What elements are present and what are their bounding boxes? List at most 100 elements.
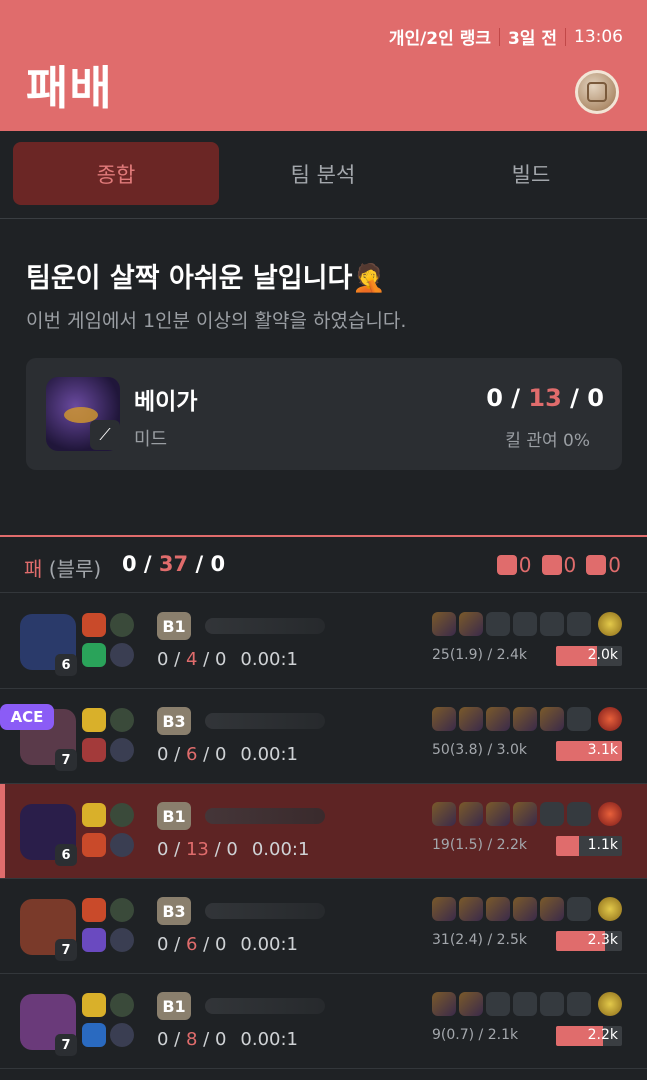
item-slot[interactable]: [432, 707, 456, 731]
item-slot[interactable]: [486, 802, 510, 826]
item-slot[interactable]: [432, 897, 456, 921]
item-slot[interactable]: [513, 612, 537, 636]
item-slot[interactable]: [459, 802, 483, 826]
item-slots: [432, 897, 591, 921]
item-slot[interactable]: [459, 612, 483, 636]
player-card[interactable]: ⟋ 베이가 미드 0 / 13 / 0 킬 관여 0%: [26, 358, 622, 470]
damage-value: 2.2k: [587, 1027, 618, 1043]
champion-level: 7: [55, 939, 77, 961]
summary-section: 팀운이 살짝 아쉬운 날입니다🤦 이번 게임에서 1인분 이상의 활약을 하였습…: [0, 220, 647, 520]
player-kda: 0 / 4 / 0 0.00:1: [157, 649, 298, 670]
trinket-icon[interactable]: [598, 612, 622, 636]
item-slot[interactable]: [459, 707, 483, 731]
match-time: 13:06: [574, 26, 623, 47]
player-row[interactable]: 6 B1 0 / 4 / 0 0.00:1 25(1.9) / 2.4k 2.0k: [0, 594, 647, 689]
damage-bar: 2.2k: [556, 1026, 622, 1046]
kill-participation: 킬 관여 0%: [505, 431, 590, 451]
player-row[interactable]: 7 B3 0 / 6 / 0 0.00:1 31(2.4) / 2.5k 2.3k: [0, 879, 647, 974]
summoner-name-blurred: [205, 618, 325, 634]
item-slot[interactable]: [567, 802, 591, 826]
item-slot[interactable]: [513, 897, 537, 921]
summary-subtitle: 이번 게임에서 1인분 이상의 활약을 하였습니다.: [26, 310, 407, 332]
item-slot[interactable]: [540, 802, 564, 826]
trinket-icon[interactable]: [598, 992, 622, 1016]
damage-value: 1.1k: [587, 837, 618, 853]
match-result: 패배: [26, 61, 113, 115]
item-slot[interactable]: [567, 707, 591, 731]
player-row[interactable]: 7 B1 0 / 8 / 0 0.00:1 9(0.7) / 2.1k 2.2k: [0, 974, 647, 1069]
summoner-name-blurred: [205, 998, 325, 1014]
item-slot[interactable]: [432, 992, 456, 1016]
player-row[interactable]: 6 B1 0 / 13 / 0 0.00:1 19(1.5) / 2.2k 1.1k: [0, 784, 647, 879]
item-slot[interactable]: [567, 897, 591, 921]
item-slot[interactable]: [513, 992, 537, 1016]
player-row[interactable]: 7 ACE B3 0 / 6 / 0 0.00:1 50(3.8) / 3.0k 3.1k: [0, 689, 647, 784]
tab-team-analysis[interactable]: 팀 분석: [220, 142, 426, 205]
item-slot[interactable]: [513, 802, 537, 826]
tier-badge: B1: [157, 992, 191, 1020]
team-kda: 0 / 37 / 0: [122, 552, 226, 576]
summoner-name-blurred: [205, 713, 325, 729]
team-result: 패 (블루): [24, 557, 102, 581]
champion-level: 6: [55, 844, 77, 866]
champion-name: 베이가: [134, 389, 198, 415]
tier-badge: B3: [157, 707, 191, 735]
rune-icon: [110, 643, 134, 667]
rune-icon: [110, 928, 134, 952]
summoner-spell-icon: [82, 613, 106, 637]
rune-icon: [110, 613, 134, 637]
team-header: 패 (블루) 0 / 37 / 0 0 0 0: [0, 535, 647, 593]
item-slot[interactable]: [540, 897, 564, 921]
rank-badge-icon[interactable]: [575, 70, 619, 114]
champion-level: 6: [55, 654, 77, 676]
cs-gold: 19(1.5) / 2.2k: [432, 837, 527, 853]
item-slots: [432, 992, 591, 1016]
trinket-icon[interactable]: [598, 802, 622, 826]
tab-overview[interactable]: 종합: [13, 142, 219, 205]
item-slots: [432, 612, 591, 636]
summoner-name-blurred: [205, 808, 325, 824]
objectives: 0 0 0: [496, 553, 621, 577]
summary-headline: 팀운이 살짝 아쉬운 날입니다🤦: [26, 263, 386, 294]
rune-icon: [110, 898, 134, 922]
item-slots: [432, 707, 591, 731]
tier-badge: B1: [157, 802, 191, 830]
player-kda: 0 / 6 / 0 0.00:1: [157, 744, 298, 765]
match-meta: 개인/2인 랭크 3일 전 13:06: [388, 24, 623, 50]
item-slot[interactable]: [513, 707, 537, 731]
ace-badge: ACE: [0, 704, 54, 730]
item-slot[interactable]: [459, 992, 483, 1016]
rune-icon: [110, 1023, 134, 1047]
header: 개인/2인 랭크 3일 전 13:06 패배: [0, 0, 647, 131]
item-slot[interactable]: [486, 612, 510, 636]
queue-type: 개인/2인 랭크: [388, 29, 491, 49]
tab-build[interactable]: 빌드: [428, 142, 634, 205]
damage-bar: 2.0k: [556, 646, 622, 666]
baron-icon: [496, 555, 517, 575]
summoner-spell-icon: [82, 1023, 106, 1047]
trinket-icon[interactable]: [598, 707, 622, 731]
lane-label: 미드: [134, 429, 168, 450]
trinket-icon[interactable]: [598, 897, 622, 921]
item-slot[interactable]: [432, 802, 456, 826]
item-slot[interactable]: [432, 612, 456, 636]
item-slot[interactable]: [567, 992, 591, 1016]
tier-badge: B3: [157, 897, 191, 925]
baron-count: 0: [496, 553, 532, 577]
item-slot[interactable]: [486, 992, 510, 1016]
item-slot[interactable]: [486, 707, 510, 731]
item-slot[interactable]: [486, 897, 510, 921]
item-slot[interactable]: [540, 707, 564, 731]
cs-gold: 9(0.7) / 2.1k: [432, 1027, 519, 1043]
item-slot[interactable]: [567, 612, 591, 636]
item-slot[interactable]: [540, 992, 564, 1016]
item-slot[interactable]: [540, 612, 564, 636]
cs-gold: 25(1.9) / 2.4k: [432, 647, 527, 663]
item-slot[interactable]: [459, 897, 483, 921]
player-kda: 0 / 13 / 0 0.00:1: [157, 839, 310, 860]
divider: [498, 27, 500, 46]
tier-badge: B1: [157, 612, 191, 640]
rune-icon: [110, 738, 134, 762]
rune-icon: [110, 803, 134, 827]
summoner-name-blurred: [205, 903, 325, 919]
